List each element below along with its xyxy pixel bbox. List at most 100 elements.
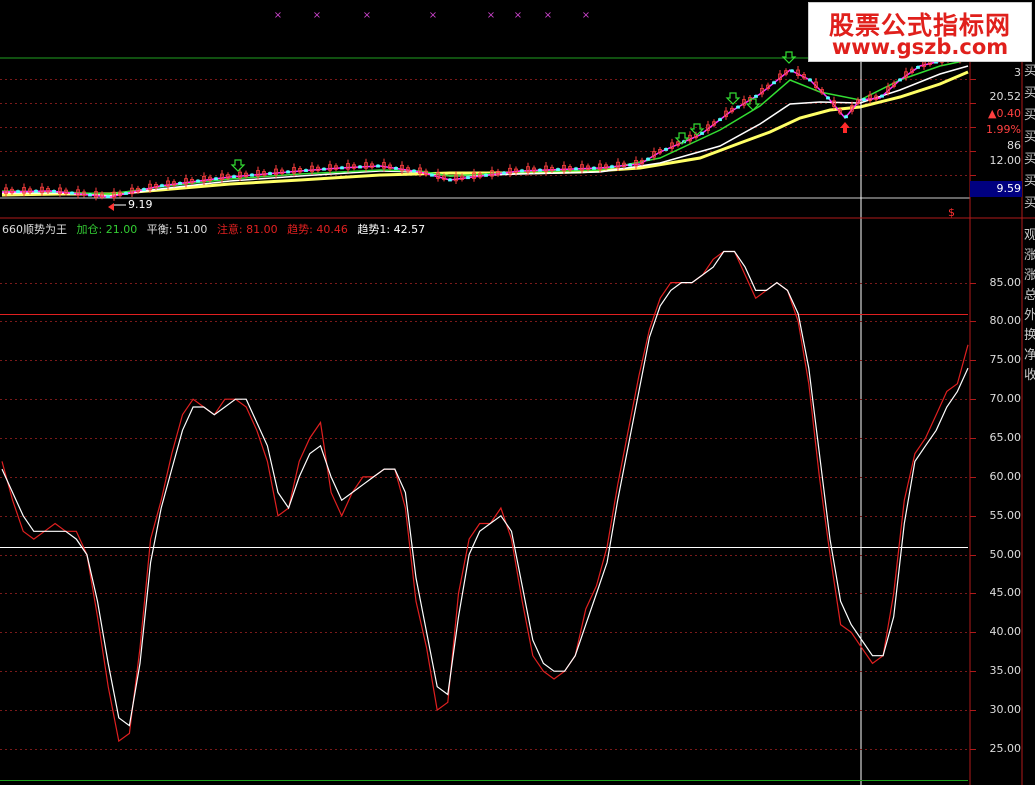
- candle-body: [448, 178, 452, 182]
- candle-body: [610, 165, 614, 169]
- candle-body: [592, 166, 596, 170]
- candle-body: [88, 193, 92, 197]
- y-tick-label: 40.00: [989, 624, 1022, 638]
- candle-body: [340, 166, 344, 170]
- candle-body: [898, 78, 902, 82]
- indicator-side-char: 总: [1024, 288, 1035, 303]
- candle-body: [808, 78, 812, 82]
- y-tick-label: 60.00: [989, 469, 1022, 483]
- candle-body: [556, 168, 560, 171]
- watermark-url: www.gszb.com: [831, 35, 1009, 59]
- candle-body: [790, 69, 794, 73]
- side-char: 买: [1024, 108, 1035, 123]
- candle-body: [34, 189, 38, 193]
- balance-label: 平衡:: [146, 223, 173, 236]
- candle-body: [826, 96, 830, 100]
- candle-body: [358, 165, 362, 169]
- indicator-legend: 660顺势为王 加仓: 21.00 平衡: 51.00 注意: 81.00 趋势…: [2, 221, 431, 237]
- x-marker: ×: [544, 10, 552, 21]
- side-char: 买: [1024, 152, 1035, 167]
- candle-body: [736, 105, 740, 109]
- side-char: 买: [1024, 130, 1035, 145]
- candle-body: [646, 157, 650, 161]
- x-marker: ×: [487, 10, 495, 21]
- side-char: 买: [1024, 174, 1035, 189]
- y-tick-label: 45.00: [989, 585, 1022, 599]
- indicator-side-char: 收: [1024, 368, 1035, 383]
- candle-body: [160, 184, 164, 188]
- candle-body: [322, 167, 326, 171]
- x-markers: × × × × × × × ×: [274, 10, 590, 21]
- indicator-name: 660顺势为王: [2, 223, 67, 236]
- indicator-side-char: 净: [1024, 348, 1035, 363]
- candle-body: [196, 179, 200, 183]
- candle-body: [286, 170, 290, 174]
- arrow-down-icon: [230, 159, 246, 172]
- price-label-2: 20.52: [989, 90, 1022, 103]
- indicator-side-char: 涨: [1024, 268, 1035, 283]
- candle-body: [106, 195, 110, 199]
- low-marker: [108, 203, 126, 211]
- candle-body: [430, 173, 434, 177]
- candles: [4, 50, 968, 201]
- indicator-side-char: 外: [1024, 308, 1035, 323]
- candle-body: [772, 81, 776, 85]
- candle-body: [70, 191, 74, 195]
- candle-body: [484, 173, 488, 177]
- candle-body: [520, 169, 524, 173]
- y-tick-label: 55.00: [989, 508, 1022, 522]
- y-tick-label: 35.00: [989, 663, 1022, 677]
- trend-value: 40.46: [316, 223, 348, 236]
- x-marker: ×: [363, 10, 371, 21]
- dollar-mark: $: [948, 206, 955, 219]
- candle-body: [718, 118, 722, 122]
- side-char: 买: [1024, 196, 1035, 211]
- candle-body: [466, 176, 470, 180]
- candle-body: [124, 192, 128, 195]
- y-tick-label: 70.00: [989, 391, 1022, 405]
- y-tick-label: 75.00: [989, 352, 1022, 366]
- candle-body: [376, 164, 380, 168]
- candle-body: [412, 169, 416, 173]
- candle-body: [502, 171, 506, 175]
- series-trend-line: [1, 250, 969, 743]
- add-value: 21.00: [105, 223, 138, 236]
- candle-body: [628, 163, 632, 167]
- candle-body: [844, 115, 848, 119]
- candle-body: [232, 175, 236, 179]
- candle-body: [862, 98, 866, 101]
- candle-body: [700, 132, 704, 135]
- trend1-value: 42.57: [393, 223, 426, 236]
- chart-canvas: × × × × × × × ×: [0, 10, 1035, 785]
- candle-body: [142, 188, 146, 191]
- x-marker: ×: [313, 10, 321, 21]
- current-price: 9.59: [996, 182, 1022, 195]
- series-trend1-line: [1, 250, 969, 727]
- candle-body: [16, 190, 20, 194]
- price-change-pct: 1.99%: [986, 123, 1021, 136]
- arrow-down-icon: [725, 92, 741, 105]
- trend1-label: 趋势1:: [357, 223, 391, 236]
- low-price-label: 9.19: [128, 198, 153, 211]
- indicator-side-char: 涨: [1024, 248, 1035, 263]
- y-tick-label: 50.00: [989, 547, 1022, 561]
- x-marker: ×: [429, 10, 437, 21]
- candle-body: [250, 173, 254, 177]
- caution-value: 81.00: [246, 223, 278, 236]
- candle-body: [304, 169, 308, 172]
- x-marker: ×: [582, 10, 590, 21]
- candle-body: [574, 167, 578, 171]
- price-label-1: 3: [1014, 66, 1021, 79]
- y-tick-label: 80.00: [989, 313, 1022, 327]
- candle-body: [538, 168, 542, 172]
- indicator-side-char: 换: [1024, 328, 1035, 343]
- arrow-up-icon: [840, 122, 850, 133]
- candle-body: [664, 148, 668, 151]
- indicator-side-char: 观: [1024, 228, 1035, 243]
- candle-body: [52, 189, 56, 193]
- candle-body: [268, 172, 272, 175]
- y-tick-label: 25.00: [989, 741, 1022, 755]
- candle-body: [916, 66, 920, 69]
- candle-body: [754, 95, 758, 98]
- add-label: 加仓:: [76, 223, 103, 236]
